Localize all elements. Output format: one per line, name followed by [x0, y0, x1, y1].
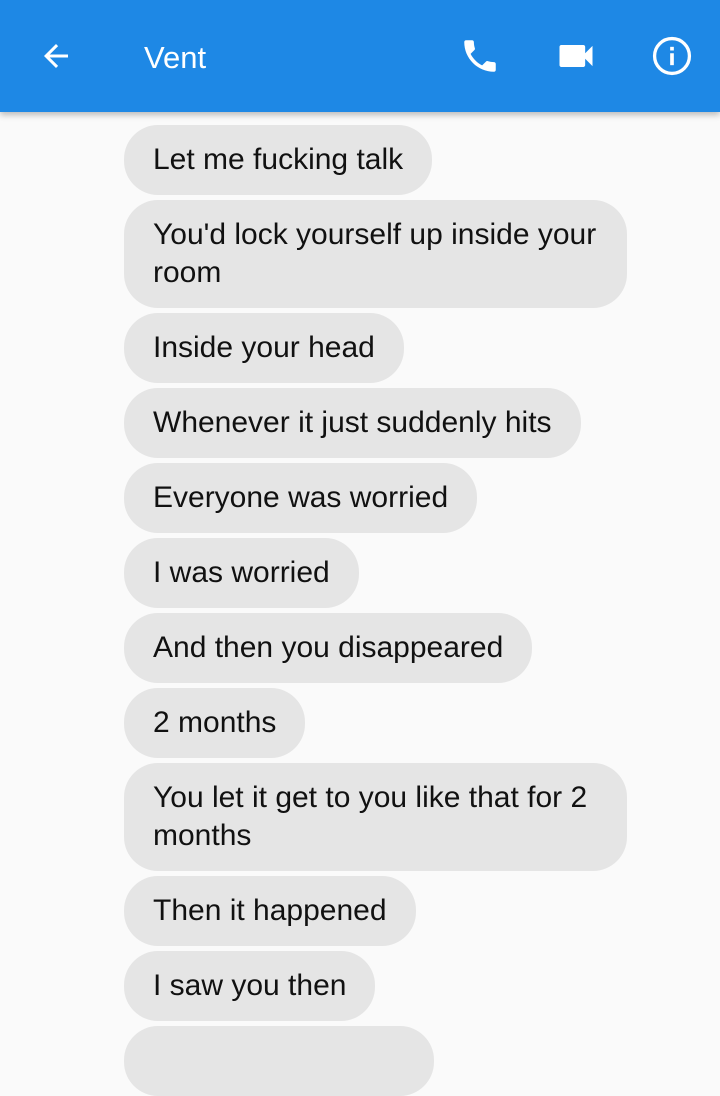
message-bubble[interactable]: I saw you then	[124, 951, 376, 1021]
message-bubble[interactable]: I was worried	[124, 538, 359, 608]
app-bar: Vent	[0, 0, 720, 112]
message-bubble[interactable]: Then it happened	[124, 876, 416, 946]
back-button[interactable]	[36, 36, 76, 76]
phone-icon	[464, 40, 496, 72]
message-bubble-cut-off[interactable]	[124, 1026, 434, 1096]
video-call-button[interactable]	[554, 34, 598, 78]
info-button[interactable]	[650, 34, 694, 78]
call-button[interactable]	[458, 34, 502, 78]
message-bubble[interactable]: Whenever it just suddenly hits	[124, 388, 581, 458]
arrow-left-icon	[44, 44, 68, 68]
video-camera-icon	[559, 45, 593, 67]
message-bubble[interactable]: 2 months	[124, 688, 306, 758]
message-bubble[interactable]: Inside your head	[124, 313, 404, 383]
message-thread[interactable]: Let me fucking talk You'd lock yourself …	[124, 125, 644, 1096]
conversation-title[interactable]: Vent	[144, 38, 206, 78]
message-bubble[interactable]: Everyone was worried	[124, 463, 478, 533]
message-bubble[interactable]: And then you disappeared	[124, 613, 533, 683]
message-bubble[interactable]: Let me fucking talk	[124, 125, 433, 195]
message-bubble[interactable]: You let it get to you like that for 2 mo…	[124, 763, 627, 871]
info-icon	[652, 36, 692, 76]
message-bubble[interactable]: You'd lock yourself up inside your room	[124, 200, 627, 308]
